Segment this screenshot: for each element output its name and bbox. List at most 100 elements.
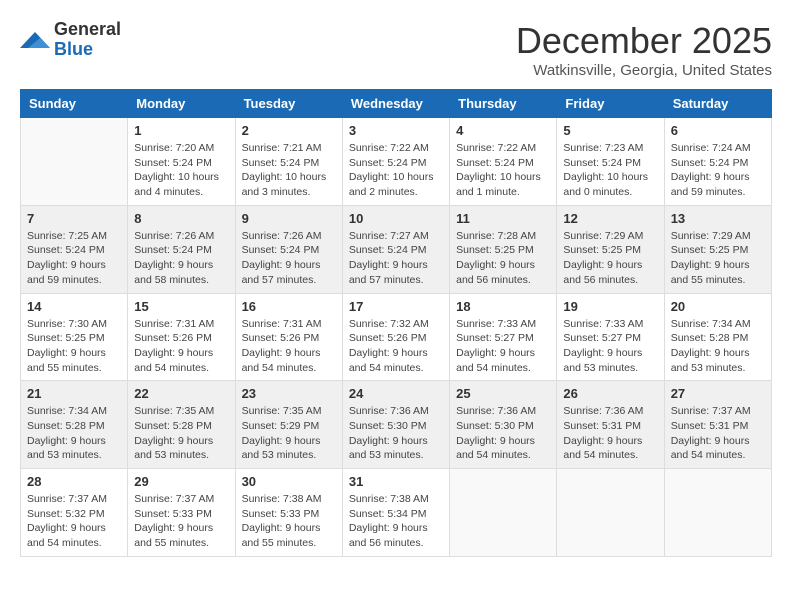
day-number: 29 [134, 474, 228, 489]
day-number: 15 [134, 299, 228, 314]
weekday-header-row: SundayMondayTuesdayWednesdayThursdayFrid… [21, 90, 772, 118]
weekday-friday: Friday [557, 90, 664, 118]
calendar-week-row: 14 Sunrise: 7:30 AMSunset: 5:25 PMDayligh… [21, 293, 772, 381]
calendar-cell: 3 Sunrise: 7:22 AMSunset: 5:24 PMDaylight… [342, 118, 449, 206]
day-number: 3 [349, 123, 443, 138]
cell-content: Sunrise: 7:32 AMSunset: 5:26 PMDaylight:… [349, 317, 443, 376]
logo-general-text: General [54, 20, 121, 40]
cell-content: Sunrise: 7:22 AMSunset: 5:24 PMDaylight:… [456, 141, 550, 200]
day-number: 26 [563, 386, 657, 401]
day-number: 22 [134, 386, 228, 401]
day-number: 10 [349, 211, 443, 226]
day-number: 23 [242, 386, 336, 401]
calendar-cell: 28Sunrise: 7:37 AMSunset: 5:32 PMDayligh… [21, 469, 128, 557]
day-number: 12 [563, 211, 657, 226]
cell-content: Sunrise: 7:26 AMSunset: 5:24 PMDaylight:… [134, 229, 228, 288]
cell-content: Sunrise: 7:38 AMSunset: 5:33 PMDaylight:… [242, 492, 336, 551]
calendar-cell: 21 Sunrise: 7:34 AMSunset: 5:28 PMDayligh… [21, 381, 128, 469]
cell-content: Sunrise: 7:35 AMSunset: 5:28 PMDaylight:… [134, 404, 228, 463]
cell-content: Sunrise: 7:30 AMSunset: 5:25 PMDaylight:… [27, 317, 121, 376]
logo-text: General Blue [54, 20, 121, 60]
day-number: 24 [349, 386, 443, 401]
calendar-cell: 19 Sunrise: 7:33 AMSunset: 5:27 PMDayligh… [557, 293, 664, 381]
cell-content: Sunrise: 7:23 AMSunset: 5:24 PMDaylight:… [563, 141, 657, 200]
day-number: 20 [671, 299, 765, 314]
calendar-cell: 24Sunrise: 7:36 AMSunset: 5:30 PMDayligh… [342, 381, 449, 469]
cell-content: Sunrise: 7:33 AMSunset: 5:27 PMDaylight:… [563, 317, 657, 376]
calendar-cell: 1 Sunrise: 7:20 AMSunset: 5:24 PMDaylight… [128, 118, 235, 206]
location: Watkinsville, Georgia, United States [516, 62, 772, 79]
cell-content: Sunrise: 7:24 AMSunset: 5:24 PMDaylight:… [671, 141, 765, 200]
cell-content: Sunrise: 7:37 AMSunset: 5:31 PMDaylight:… [671, 404, 765, 463]
cell-content: Sunrise: 7:34 AMSunset: 5:28 PMDaylight:… [27, 404, 121, 463]
weekday-tuesday: Tuesday [235, 90, 342, 118]
title-section: December 2025 Watkinsville, Georgia, Uni… [516, 20, 772, 79]
calendar-cell: 26Sunrise: 7:36 AMSunset: 5:31 PMDayligh… [557, 381, 664, 469]
day-number: 1 [134, 123, 228, 138]
day-number: 11 [456, 211, 550, 226]
calendar-cell: 11 Sunrise: 7:28 AMSunset: 5:25 PMDayligh… [450, 205, 557, 293]
calendar-cell: 20 Sunrise: 7:34 AMSunset: 5:28 PMDayligh… [664, 293, 771, 381]
calendar-week-row: 28Sunrise: 7:37 AMSunset: 5:32 PMDayligh… [21, 469, 772, 557]
logo: General Blue [20, 20, 121, 60]
calendar-week-row: 1 Sunrise: 7:20 AMSunset: 5:24 PMDaylight… [21, 118, 772, 206]
weekday-thursday: Thursday [450, 90, 557, 118]
day-number: 16 [242, 299, 336, 314]
day-number: 31 [349, 474, 443, 489]
calendar-cell: 5 Sunrise: 7:23 AMSunset: 5:24 PMDaylight… [557, 118, 664, 206]
day-number: 4 [456, 123, 550, 138]
calendar: SundayMondayTuesdayWednesdayThursdayFrid… [20, 89, 772, 557]
cell-content: Sunrise: 7:28 AMSunset: 5:25 PMDaylight:… [456, 229, 550, 288]
day-number: 2 [242, 123, 336, 138]
cell-content: Sunrise: 7:25 AMSunset: 5:24 PMDaylight:… [27, 229, 121, 288]
cell-content: Sunrise: 7:34 AMSunset: 5:28 PMDaylight:… [671, 317, 765, 376]
day-number: 9 [242, 211, 336, 226]
calendar-cell: 2 Sunrise: 7:21 AMSunset: 5:24 PMDaylight… [235, 118, 342, 206]
weekday-wednesday: Wednesday [342, 90, 449, 118]
day-number: 17 [349, 299, 443, 314]
calendar-cell: 18 Sunrise: 7:33 AMSunset: 5:27 PMDayligh… [450, 293, 557, 381]
calendar-cell: 27 Sunrise: 7:37 AMSunset: 5:31 PMDayligh… [664, 381, 771, 469]
cell-content: Sunrise: 7:27 AMSunset: 5:24 PMDaylight:… [349, 229, 443, 288]
calendar-cell: 16 Sunrise: 7:31 AMSunset: 5:26 PMDayligh… [235, 293, 342, 381]
month-title: December 2025 [516, 20, 772, 62]
calendar-cell: 14 Sunrise: 7:30 AMSunset: 5:25 PMDayligh… [21, 293, 128, 381]
day-number: 19 [563, 299, 657, 314]
cell-content: Sunrise: 7:33 AMSunset: 5:27 PMDaylight:… [456, 317, 550, 376]
cell-content: Sunrise: 7:22 AMSunset: 5:24 PMDaylight:… [349, 141, 443, 200]
calendar-cell: 22 Sunrise: 7:35 AMSunset: 5:28 PMDayligh… [128, 381, 235, 469]
cell-content: Sunrise: 7:37 AMSunset: 5:33 PMDaylight:… [134, 492, 228, 551]
weekday-monday: Monday [128, 90, 235, 118]
calendar-cell: 13 Sunrise: 7:29 AMSunset: 5:25 PMDayligh… [664, 205, 771, 293]
day-number: 14 [27, 299, 121, 314]
calendar-cell: 8Sunrise: 7:26 AMSunset: 5:24 PMDaylight… [128, 205, 235, 293]
cell-content: Sunrise: 7:38 AMSunset: 5:34 PMDaylight:… [349, 492, 443, 551]
cell-content: Sunrise: 7:29 AMSunset: 5:25 PMDaylight:… [563, 229, 657, 288]
day-number: 5 [563, 123, 657, 138]
day-number: 18 [456, 299, 550, 314]
calendar-cell: 15 Sunrise: 7:31 AMSunset: 5:26 PMDayligh… [128, 293, 235, 381]
calendar-cell: 29 Sunrise: 7:37 AMSunset: 5:33 PMDayligh… [128, 469, 235, 557]
day-number: 13 [671, 211, 765, 226]
calendar-cell [21, 118, 128, 206]
day-number: 7 [27, 211, 121, 226]
cell-content: Sunrise: 7:31 AMSunset: 5:26 PMDaylight:… [134, 317, 228, 376]
day-number: 27 [671, 386, 765, 401]
calendar-cell: 4 Sunrise: 7:22 AMSunset: 5:24 PMDaylight… [450, 118, 557, 206]
day-number: 21 [27, 386, 121, 401]
cell-content: Sunrise: 7:21 AMSunset: 5:24 PMDaylight:… [242, 141, 336, 200]
cell-content: Sunrise: 7:29 AMSunset: 5:25 PMDaylight:… [671, 229, 765, 288]
calendar-cell: 30 Sunrise: 7:38 AMSunset: 5:33 PMDayligh… [235, 469, 342, 557]
calendar-cell: 25Sunrise: 7:36 AMSunset: 5:30 PMDayligh… [450, 381, 557, 469]
cell-content: Sunrise: 7:20 AMSunset: 5:24 PMDaylight:… [134, 141, 228, 200]
cell-content: Sunrise: 7:35 AMSunset: 5:29 PMDaylight:… [242, 404, 336, 463]
cell-content: Sunrise: 7:37 AMSunset: 5:32 PMDaylight:… [27, 492, 121, 551]
logo-icon [20, 28, 50, 52]
cell-content: Sunrise: 7:31 AMSunset: 5:26 PMDaylight:… [242, 317, 336, 376]
calendar-cell: 23 Sunrise: 7:35 AMSunset: 5:29 PMDayligh… [235, 381, 342, 469]
day-number: 30 [242, 474, 336, 489]
calendar-cell [557, 469, 664, 557]
calendar-cell: 17 Sunrise: 7:32 AMSunset: 5:26 PMDayligh… [342, 293, 449, 381]
weekday-sunday: Sunday [21, 90, 128, 118]
calendar-cell [664, 469, 771, 557]
